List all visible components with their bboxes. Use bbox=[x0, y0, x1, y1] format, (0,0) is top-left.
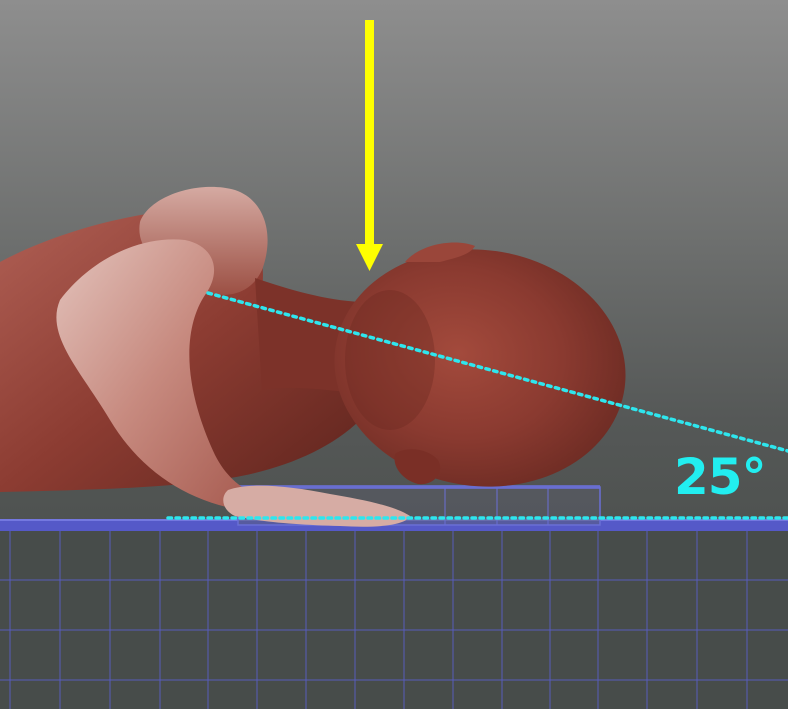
down-arrow-icon bbox=[356, 20, 383, 271]
scene-canvas bbox=[0, 20, 788, 709]
angle-label: 25° bbox=[674, 448, 767, 506]
floor bbox=[0, 519, 788, 709]
floor-surface bbox=[0, 528, 788, 709]
posture-scene: 25° bbox=[0, 0, 788, 709]
human-figure bbox=[0, 186, 626, 527]
